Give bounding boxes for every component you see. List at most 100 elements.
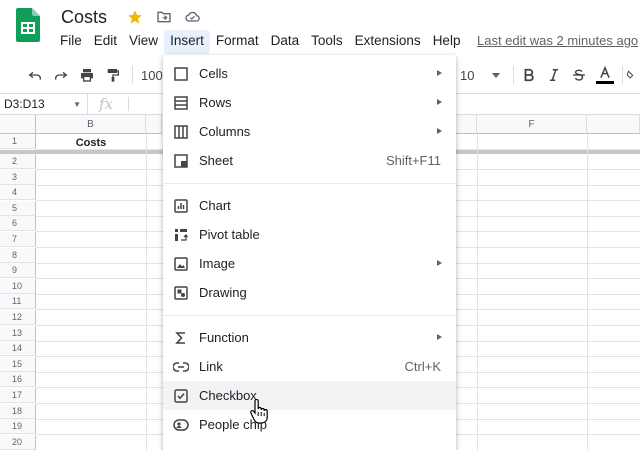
text-color-icon[interactable] [594,62,616,88]
move-to-folder-icon[interactable] [155,8,172,25]
sheet-icon [173,153,189,169]
column-gridline [146,134,147,450]
insert-menu: Cells Rows Columns Sheet Shift+F11 Chart [163,55,456,450]
app-header: Costs File Edit View Insert Format Data … [0,0,640,58]
row-header[interactable]: 4 [0,185,36,201]
menu-help[interactable]: Help [427,30,467,54]
row-header[interactable]: 18 [0,403,36,419]
font-size-select[interactable]: 10 [456,62,504,88]
zoom-value: 100 [141,67,163,83]
column-gridline [587,134,588,450]
insert-cells-item[interactable]: Cells [163,59,456,88]
row-header[interactable]: 14 [0,341,36,357]
menu-insert[interactable]: Insert [164,30,210,54]
hand-pointer-cursor-icon [249,398,269,425]
column-header-f[interactable]: F [477,115,587,134]
formula-divider [128,97,129,111]
italic-icon[interactable] [543,62,565,88]
fill-color-icon[interactable] [626,62,636,88]
star-icon[interactable] [126,8,143,25]
fx-icon: fx [99,95,114,113]
submenu-arrow-icon [437,70,442,76]
insert-columns-item[interactable]: Columns [163,117,456,146]
sheets-logo-icon[interactable] [16,8,40,42]
strikethrough-icon[interactable] [568,62,590,88]
insert-people-chip-item[interactable]: People chip [163,410,456,439]
zoom-select[interactable]: 100 [141,62,165,88]
image-icon [173,256,189,272]
title-icons [126,8,201,25]
row-header[interactable]: 19 [0,419,36,435]
name-box[interactable]: D3:D13 ▼ [0,94,88,114]
row-header[interactable]: 1 [0,134,36,149]
row-header[interactable]: 20 [0,434,36,450]
row-header[interactable]: 17 [0,388,36,403]
select-all-corner[interactable] [0,115,36,134]
column-gridline [477,134,478,450]
last-edit-link[interactable]: Last edit was 2 minutes ago [477,33,638,48]
insert-sheet-item[interactable]: Sheet Shift+F11 [163,146,456,175]
row-header[interactable]: 13 [0,325,36,341]
menu-separator [163,183,456,184]
menu-item-label: Chart [199,198,231,213]
font-size-value: 10 [460,67,475,83]
row-header[interactable]: 3 [0,169,36,185]
menu-item-label: Sheet [199,153,233,168]
menu-extensions[interactable]: Extensions [349,30,427,54]
row-header[interactable]: 10 [0,278,36,294]
column-header[interactable] [146,115,162,134]
cloud-saved-icon[interactable] [184,8,201,25]
menu-separator [163,315,456,316]
checkbox-icon [173,388,189,404]
toolbar-divider [132,66,133,84]
insert-image-item[interactable]: Image [163,249,456,278]
menu-item-label: Columns [199,124,251,139]
row-header[interactable]: 15 [0,356,36,372]
menu-item-label: Cells [199,66,228,81]
insert-drawing-item[interactable]: Drawing [163,278,456,307]
menu-data[interactable]: Data [265,30,306,54]
link-icon [173,359,189,375]
column-header[interactable] [587,115,640,134]
function-icon [173,330,189,346]
row-header[interactable]: 8 [0,247,36,263]
chevron-down-icon: ▼ [73,100,81,109]
menu-tools[interactable]: Tools [305,30,349,54]
cell-b1[interactable]: Costs [37,135,145,150]
row-header[interactable]: 6 [0,216,36,232]
column-header[interactable] [456,115,477,134]
menu-edit[interactable]: Edit [88,30,123,54]
menu-item-label: Function [199,330,249,345]
insert-rows-item[interactable]: Rows [163,88,456,117]
column-header-b[interactable]: B [36,115,146,134]
undo-icon[interactable] [24,62,46,88]
document-title[interactable]: Costs [61,7,107,28]
row-header[interactable]: 9 [0,263,36,279]
insert-link-item[interactable]: Link Ctrl+K [163,352,456,381]
row-header[interactable]: 2 [0,154,36,169]
menu-item-shortcut: Ctrl+K [404,359,441,374]
paint-format-icon[interactable] [102,62,124,88]
menu-view[interactable]: View [123,30,164,54]
rows-icon [173,95,189,111]
row-header[interactable]: 5 [0,200,36,216]
columns-icon [173,124,189,140]
insert-function-item[interactable]: Function [163,323,456,352]
row-header[interactable]: 12 [0,310,36,325]
bold-icon[interactable] [518,62,540,88]
insert-pivot-table-item[interactable]: Pivot table [163,220,456,249]
redo-icon[interactable] [50,62,72,88]
row-header[interactable]: 11 [0,294,36,310]
insert-checkbox-item[interactable]: Checkbox [163,381,456,410]
menu-format[interactable]: Format [210,30,265,54]
menu-item-label: Rows [199,95,232,110]
insert-chart-item[interactable]: Chart [163,191,456,220]
cells-icon [173,66,189,82]
row-header[interactable]: 7 [0,232,36,247]
menu-file[interactable]: File [54,30,88,54]
row-header[interactable]: 16 [0,372,36,388]
toolbar-divider [622,66,623,84]
print-icon[interactable] [76,62,98,88]
menu-item-label: Image [199,256,236,271]
submenu-arrow-icon [437,128,442,134]
